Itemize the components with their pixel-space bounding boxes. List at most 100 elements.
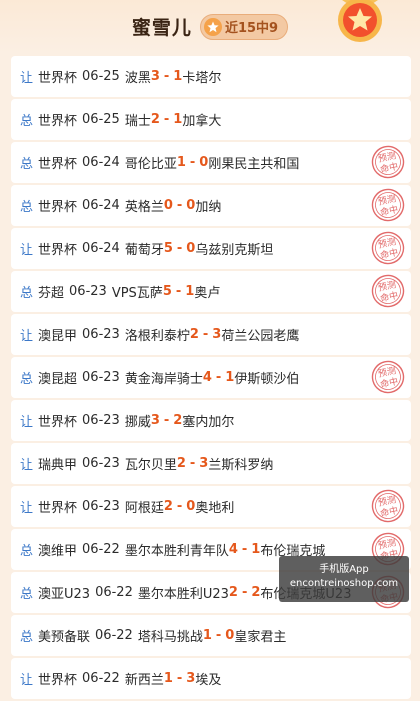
hit-stamp-icon: 预测命中 <box>371 231 405 265</box>
away-team: 埃及 <box>195 673 222 688</box>
home-team: 塔科马挑战 <box>137 630 203 645</box>
match-date: 06-25 <box>82 69 120 84</box>
score-separator: - <box>215 370 222 385</box>
match-date: 06-24 <box>82 241 120 256</box>
title-bar: 蜜雪儿 近15中9 <box>0 13 420 40</box>
away-team: 加拿大 <box>182 114 222 129</box>
away-score: 1 <box>173 112 183 127</box>
league-name: 世界杯 <box>38 673 78 688</box>
home-team: 波黑 <box>124 71 151 86</box>
list-item[interactable]: 让澳昆甲 06-23 洛根利泰柠 2-3 荷兰公园老鹰 <box>11 314 411 355</box>
league-name: 美预备联 <box>38 630 91 645</box>
league-name: 世界杯 <box>38 243 78 258</box>
score-separator: - <box>175 284 182 299</box>
bet-type: 让 <box>20 71 34 86</box>
away-score: 1 <box>185 284 195 299</box>
away-team: 伊斯顿沙伯 <box>234 372 300 387</box>
bet-type: 总 <box>20 587 34 602</box>
hit-stamp-icon: 预测命中 <box>371 145 405 179</box>
bet-type: 总 <box>20 286 34 301</box>
away-team: 兰斯科罗纳 <box>208 458 274 473</box>
score-separator: - <box>241 585 248 600</box>
home-score: 2 <box>189 327 199 342</box>
home-score: 3 <box>150 69 160 84</box>
list-item[interactable]: 让世界杯 06-24 葡萄牙 5-0 乌兹别克斯坦 预测 命中 <box>11 228 411 269</box>
watermark-line-1: 手机版App <box>319 564 369 575</box>
home-score: 1 <box>202 628 212 643</box>
list-item[interactable]: 让世界杯 06-23 阿根廷 2-0 奥地利 预测 命中 <box>11 486 411 527</box>
away-score: 1 <box>173 69 183 84</box>
match-date: 06-25 <box>82 112 120 127</box>
bet-type: 总 <box>20 114 34 129</box>
list-item[interactable]: 总美预备联 06-22 塔科马挑战 1-0 皇家君主 <box>11 615 411 656</box>
list-item[interactable]: 让瑞典甲 06-23 瓦尔贝里 2-3 兰斯科罗纳 <box>11 443 411 484</box>
home-team: 哥伦比亚 <box>124 157 177 172</box>
away-team: 奥地利 <box>195 501 235 516</box>
score-separator: - <box>176 499 183 514</box>
away-score: 3 <box>199 456 209 471</box>
home-score: 5 <box>163 241 173 256</box>
score-separator: - <box>189 155 196 170</box>
hit-stamp-icon: 预测命中 <box>371 360 405 394</box>
match-date: 06-22 <box>95 628 133 643</box>
list-item[interactable]: 总世界杯 06-24 哥伦比亚 1-0 刚果民主共和国 预测 命中 <box>11 142 411 183</box>
away-score: 2 <box>251 585 261 600</box>
watermark-line-2: encontreinoshop.com <box>289 578 399 589</box>
away-score: 1 <box>225 370 235 385</box>
bet-type: 总 <box>20 544 34 559</box>
home-score: 1 <box>176 155 186 170</box>
page-title: 蜜雪儿 <box>131 17 192 39</box>
list-item[interactable]: 让世界杯 06-22 新西兰 1-3 埃及 <box>11 658 411 699</box>
away-score: 2 <box>173 413 183 428</box>
bet-type: 总 <box>20 157 34 172</box>
match-date: 06-24 <box>82 198 120 213</box>
score-separator: - <box>241 542 248 557</box>
score-separator: - <box>163 69 170 84</box>
score-separator: - <box>163 413 170 428</box>
home-team: VPS瓦萨 <box>111 286 163 301</box>
league-name: 世界杯 <box>38 114 78 129</box>
hit-stamp-icon: 预测命中 <box>371 489 405 523</box>
home-team: 英格兰 <box>124 200 164 215</box>
bet-type: 总 <box>20 630 34 645</box>
league-name: 澳昆超 <box>38 372 78 387</box>
home-team: 洛根利泰柠 <box>124 329 190 344</box>
league-name: 世界杯 <box>38 157 78 172</box>
match-date: 06-22 <box>82 671 120 686</box>
home-team: 阿根廷 <box>124 501 164 516</box>
bet-type: 让 <box>20 329 34 344</box>
league-name: 世界杯 <box>38 71 78 86</box>
bet-type: 让 <box>20 673 34 688</box>
league-name: 世界杯 <box>38 501 78 516</box>
home-score: 0 <box>163 198 173 213</box>
home-score: 2 <box>176 456 186 471</box>
league-name: 世界杯 <box>38 415 78 430</box>
list-item[interactable]: 让世界杯 06-25 波黑 3-1 卡塔尔 <box>11 56 411 97</box>
home-team: 新西兰 <box>124 673 164 688</box>
hit-stamp-icon: 预测命中 <box>371 188 405 222</box>
list-item[interactable]: 总澳昆超 06-23 黄金海岸骑士 4-1 伊斯顿沙伯 预测 命中 <box>11 357 411 398</box>
list-item[interactable]: 总世界杯 06-25 瑞士 2-1 加拿大 <box>11 99 411 140</box>
match-date: 06-22 <box>82 542 120 557</box>
away-team: 皇家君主 <box>234 630 287 645</box>
away-team: 荷兰公园老鹰 <box>221 329 300 344</box>
league-name: 澳昆甲 <box>38 329 78 344</box>
away-score: 3 <box>212 327 222 342</box>
bet-type: 让 <box>20 458 34 473</box>
away-score: 0 <box>186 241 196 256</box>
list-item[interactable]: 总世界杯 06-24 英格兰 0-0 加纳 预测 命中 <box>11 185 411 226</box>
bet-type: 总 <box>20 372 34 387</box>
score-separator: - <box>176 198 183 213</box>
list-item[interactable]: 让世界杯 06-23 挪威 3-2 塞内加尔 <box>11 400 411 441</box>
list-item[interactable]: 总芬超 06-23 VPS瓦萨 5-1 奥卢 预测 命中 <box>11 271 411 312</box>
bet-type: 让 <box>20 243 34 258</box>
home-score: 2 <box>228 585 238 600</box>
match-date: 06-23 <box>69 284 107 299</box>
away-score: 0 <box>225 628 235 643</box>
match-date: 06-22 <box>95 585 133 600</box>
away-score: 1 <box>251 542 261 557</box>
score-separator: - <box>189 456 196 471</box>
match-date: 06-23 <box>82 327 120 342</box>
away-team: 卡塔尔 <box>182 71 222 86</box>
away-team: 奥卢 <box>194 286 221 301</box>
